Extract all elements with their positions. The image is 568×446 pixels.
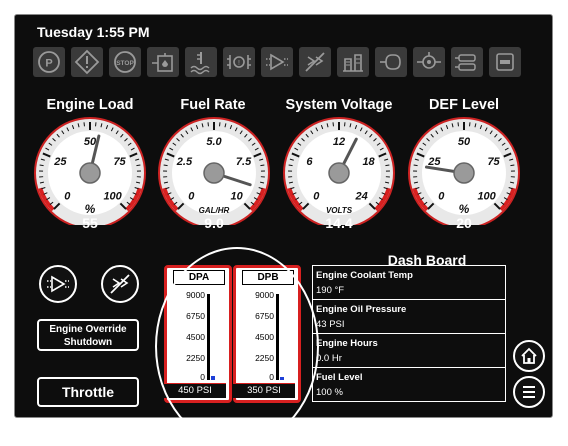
glow-plug-icon[interactable] — [375, 47, 407, 77]
gauge-title-fuel-rate: Fuel Rate — [148, 97, 278, 113]
regen-inhibit-button[interactable] — [101, 265, 139, 303]
gauge-value-def-level: 20 — [404, 215, 524, 231]
dashboard-row-label: Engine Hours — [316, 338, 378, 349]
gauge-tick — [260, 165, 264, 166]
dashboard-row-label: Fuel Level — [316, 372, 362, 383]
gauge-hub — [454, 163, 474, 183]
gauge-value-engine-load: 55 — [30, 215, 150, 231]
water-in-fuel-icon[interactable] — [147, 47, 179, 77]
gauge-tick — [136, 165, 140, 166]
gauge-hub — [204, 163, 224, 183]
def-icon[interactable] — [489, 47, 521, 77]
gauge-tick-label: 0 — [313, 191, 320, 203]
stop-icon[interactable]: STOP — [109, 47, 141, 77]
transmission-icon — [41, 267, 75, 301]
regen-inhibit-icon[interactable] — [299, 47, 331, 77]
display-screen: Tuesday 1:55 PM P STOP ! — [14, 14, 553, 418]
throttle-label: Throttle — [62, 384, 114, 400]
warning-icon[interactable] — [71, 47, 103, 77]
gauge-tick-label: 24 — [355, 191, 368, 203]
gauge-tick — [40, 165, 44, 166]
gauge-value-fuel-rate: 9.0 — [154, 215, 274, 231]
park-brake-icon[interactable]: P — [33, 47, 65, 77]
gauge-tick-label: 7.5 — [236, 156, 252, 168]
gauge-hub — [329, 163, 349, 183]
throttle-button[interactable]: Throttle — [37, 377, 139, 407]
gauge-tick — [164, 165, 168, 166]
gauge-tick — [414, 165, 418, 166]
gauge-tick-label: 100 — [103, 191, 122, 203]
gauge-tick-label: 75 — [487, 156, 500, 168]
gauge-tick-label: 5.0 — [206, 136, 222, 148]
gauge-tick-label: 18 — [362, 156, 375, 168]
gauge-tick-label: 100 — [477, 191, 496, 203]
gauge-tick-label: 6 — [306, 156, 313, 168]
home-icon — [515, 342, 543, 370]
gauge-tick — [385, 165, 389, 166]
datetime: Tuesday 1:55 PM — [37, 24, 150, 40]
transmission-button[interactable] — [39, 265, 77, 303]
gauge-unit-label: % — [459, 202, 470, 216]
dashboard-row-coolant-temp[interactable]: Engine Coolant Temp 190 °F — [312, 265, 506, 299]
dashboard-row-oil-pressure[interactable]: Engine Oil Pressure 43 PSI — [312, 299, 506, 333]
gauge-tick-label: 12 — [333, 136, 345, 148]
gauge-tick-label: 25 — [427, 156, 441, 168]
gauge-tick — [289, 165, 293, 166]
gauge-tick — [510, 165, 514, 166]
dashboard-row-value: 100 % — [316, 387, 343, 398]
gauge-def-level: 0 25 50 75 100% — [404, 115, 524, 225]
gauge-value-system-voltage: 14.4 — [279, 215, 399, 231]
gauge-title-def-level: DEF Level — [399, 97, 529, 113]
gauge-tick-label: 2.5 — [176, 156, 193, 168]
gauge-tick-label: 10 — [231, 191, 244, 203]
gauge-engine-load: 0255075100% — [30, 115, 150, 225]
gauge-unit-label: % — [85, 202, 96, 216]
gauge-system-voltage: 0 6 12 18 24VOLTS — [279, 115, 399, 225]
dashboard-row-label: Engine Oil Pressure — [316, 304, 406, 315]
dashboard-row-label: Engine Coolant Temp — [316, 270, 413, 281]
gauge-tick-label: 50 — [458, 136, 471, 148]
gauge-tick-label: 25 — [53, 156, 67, 168]
transmission-alt-icon[interactable] — [261, 47, 293, 77]
gauge-title-engine-load: Engine Load — [25, 97, 155, 113]
engine-override-shutdown-label: Engine Override Shutdown — [49, 324, 126, 348]
regen-inhibit-icon — [103, 267, 137, 301]
svg-text:P: P — [45, 58, 52, 70]
gauge-unit-label: GAL/HR — [199, 206, 230, 215]
gauge-tick-label: 0 — [64, 191, 71, 203]
coolant-temp-icon[interactable] — [185, 47, 217, 77]
dashboard-row-fuel-level[interactable]: Fuel Level 100 % — [312, 367, 506, 402]
battery-icon[interactable] — [451, 47, 483, 77]
menu-icon — [515, 378, 543, 406]
dashboard-row-value: 0.0 Hr — [316, 353, 342, 364]
gauge-tick-label: 0 — [438, 191, 445, 203]
oil-pressure-icon[interactable] — [413, 47, 445, 77]
home-button[interactable] — [513, 340, 545, 372]
engine-override-shutdown-button[interactable]: Engine Override Shutdown — [37, 319, 139, 351]
svg-text:!: ! — [238, 60, 240, 67]
dashboard-row-value: 43 PSI — [316, 319, 345, 330]
gauge-hub — [80, 163, 100, 183]
gauge-tick-label: 0 — [188, 191, 195, 203]
dashboard-row-value: 190 °F — [316, 285, 344, 296]
highlight-ellipse — [155, 247, 319, 446]
indicator-toolbar: P STOP ! — [33, 47, 533, 81]
gauge-title-system-voltage: System Voltage — [274, 97, 404, 113]
dashboard-row-engine-hours[interactable]: Engine Hours 0.0 Hr — [312, 333, 506, 367]
menu-button[interactable] — [513, 376, 545, 408]
svg-text:STOP: STOP — [116, 60, 134, 67]
gauge-fuel-rate: 0 2.5 5.0 7.5 10GAL/HR — [154, 115, 274, 225]
gauge-tick-label: 75 — [113, 156, 126, 168]
dpf-icon[interactable] — [337, 47, 369, 77]
gauge-unit-label: VOLTS — [326, 206, 353, 215]
transmission-icon[interactable]: ! — [223, 47, 255, 77]
